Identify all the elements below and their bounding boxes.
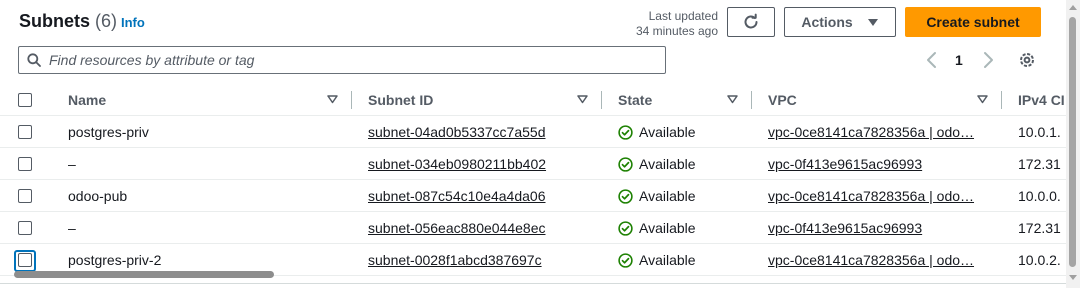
last-updated: Last updated 34 minutes ago [626, 9, 718, 39]
row-checkbox[interactable] [18, 221, 32, 235]
check-circle-icon [618, 220, 633, 236]
column-header-state[interactable]: State [618, 92, 652, 108]
row-name: – [68, 220, 76, 236]
last-updated-time: 34 minutes ago [635, 24, 718, 38]
row-name: postgres-priv-2 [68, 252, 162, 268]
select-all-checkbox[interactable] [18, 93, 32, 107]
chevron-left-icon[interactable] [924, 51, 940, 69]
check-circle-icon [618, 188, 633, 204]
last-updated-label: Last updated [648, 9, 718, 23]
row-name: – [68, 156, 76, 172]
row-checkbox[interactable] [18, 125, 32, 139]
title-text: Subnets [19, 11, 91, 31]
column-divider[interactable] [751, 91, 752, 109]
check-circle-icon [618, 156, 633, 172]
subnets-panel: Subnets (6) Info Last updated 34 minutes… [0, 0, 1066, 283]
gear-icon[interactable] [1018, 51, 1036, 69]
sort-caret-icon[interactable] [327, 95, 338, 104]
row-state: Available [618, 156, 696, 172]
check-circle-icon [618, 124, 633, 140]
sort-caret-icon[interactable] [727, 95, 738, 104]
row-state: Available [618, 188, 696, 204]
row-ipv4-cidr: 172.31 [1018, 220, 1061, 236]
row-state-label: Available [639, 252, 696, 268]
row-ipv4-cidr: 10.0.1. [1018, 124, 1061, 140]
row-vpc-link[interactable]: vpc-0ce8141ca7828356a | odo… [768, 124, 980, 140]
column-header-vpc[interactable]: VPC [768, 92, 797, 108]
row-state-label: Available [639, 124, 696, 140]
row-checkbox[interactable] [18, 189, 32, 203]
table-row[interactable]: – subnet-034eb0980211bb402 Available vpc… [0, 148, 1066, 180]
refresh-icon [744, 13, 758, 29]
row-state: Available [618, 220, 696, 236]
caret-down-icon [867, 18, 878, 26]
subnet-count: (6) [95, 11, 118, 31]
actions-button[interactable]: Actions [784, 7, 896, 37]
search-input[interactable] [49, 52, 639, 68]
vertical-scrollbar-thumb[interactable] [1069, 17, 1076, 267]
info-link[interactable]: Info [121, 15, 145, 30]
column-divider[interactable] [351, 91, 352, 109]
row-subnet-id-link[interactable]: subnet-04ad0b5337cc7a55d [368, 124, 546, 140]
column-header-ipv4-cidr[interactable]: IPv4 CI [1018, 92, 1065, 108]
sort-caret-icon[interactable] [977, 95, 988, 104]
column-divider[interactable] [1001, 91, 1002, 109]
chevron-right-icon[interactable] [980, 51, 996, 69]
row-state: Available [618, 252, 696, 268]
actions-label: Actions [801, 14, 853, 30]
scroll-down-arrow-icon[interactable] [1069, 275, 1077, 280]
table-header: Name Subnet ID State VPC IPv4 CI [0, 84, 1066, 116]
row-name: postgres-priv [68, 124, 149, 140]
row-vpc-link[interactable]: vpc-0ce8141ca7828356a | odo… [768, 252, 980, 268]
current-page[interactable]: 1 [955, 52, 963, 68]
row-checkbox[interactable] [18, 157, 32, 171]
row-ipv4-cidr: 10.0.2. [1018, 252, 1061, 268]
row-vpc-link[interactable]: vpc-0f413e9615ac96993 [768, 156, 980, 172]
row-state-label: Available [639, 220, 696, 236]
check-circle-icon [618, 252, 633, 268]
row-ipv4-cidr: 10.0.0. [1018, 188, 1061, 204]
row-vpc-link[interactable]: vpc-0ce8141ca7828356a | odo… [768, 188, 980, 204]
row-vpc-link[interactable]: vpc-0f413e9615ac96993 [768, 220, 980, 236]
page-title: Subnets (6) [19, 11, 117, 32]
row-subnet-id-link[interactable]: subnet-0028f1abcd387697c [368, 252, 542, 268]
scroll-up-arrow-icon[interactable] [1069, 5, 1077, 10]
table-row[interactable]: postgres-priv subnet-04ad0b5337cc7a55d A… [0, 116, 1066, 148]
row-name: odoo-pub [68, 188, 128, 204]
column-header-subnet-id[interactable]: Subnet ID [368, 92, 433, 108]
horizontal-scrollbar[interactable] [14, 271, 274, 278]
row-subnet-id-link[interactable]: subnet-087c54c10e4a4da06 [368, 188, 546, 204]
row-state-label: Available [639, 156, 696, 172]
search-box[interactable] [18, 46, 666, 74]
sort-caret-icon[interactable] [577, 95, 588, 104]
table-row[interactable]: – subnet-056eac880e044e8ec Available vpc… [0, 212, 1066, 244]
refresh-button[interactable] [727, 7, 775, 37]
panel-bottom-border [0, 283, 1066, 284]
checkbox-focus-ring [14, 250, 36, 272]
column-header-name[interactable]: Name [68, 92, 106, 108]
row-subnet-id-link[interactable]: subnet-034eb0980211bb402 [368, 156, 546, 172]
row-subnet-id-link[interactable]: subnet-056eac880e044e8ec [368, 220, 546, 236]
row-ipv4-cidr: 172.31 [1018, 156, 1061, 172]
column-divider[interactable] [601, 91, 602, 109]
search-icon [27, 53, 41, 67]
table-row[interactable]: odoo-pub subnet-087c54c10e4a4da06 Availa… [0, 180, 1066, 212]
row-state-label: Available [639, 188, 696, 204]
row-state: Available [618, 124, 696, 140]
create-subnet-button[interactable]: Create subnet [905, 7, 1041, 37]
